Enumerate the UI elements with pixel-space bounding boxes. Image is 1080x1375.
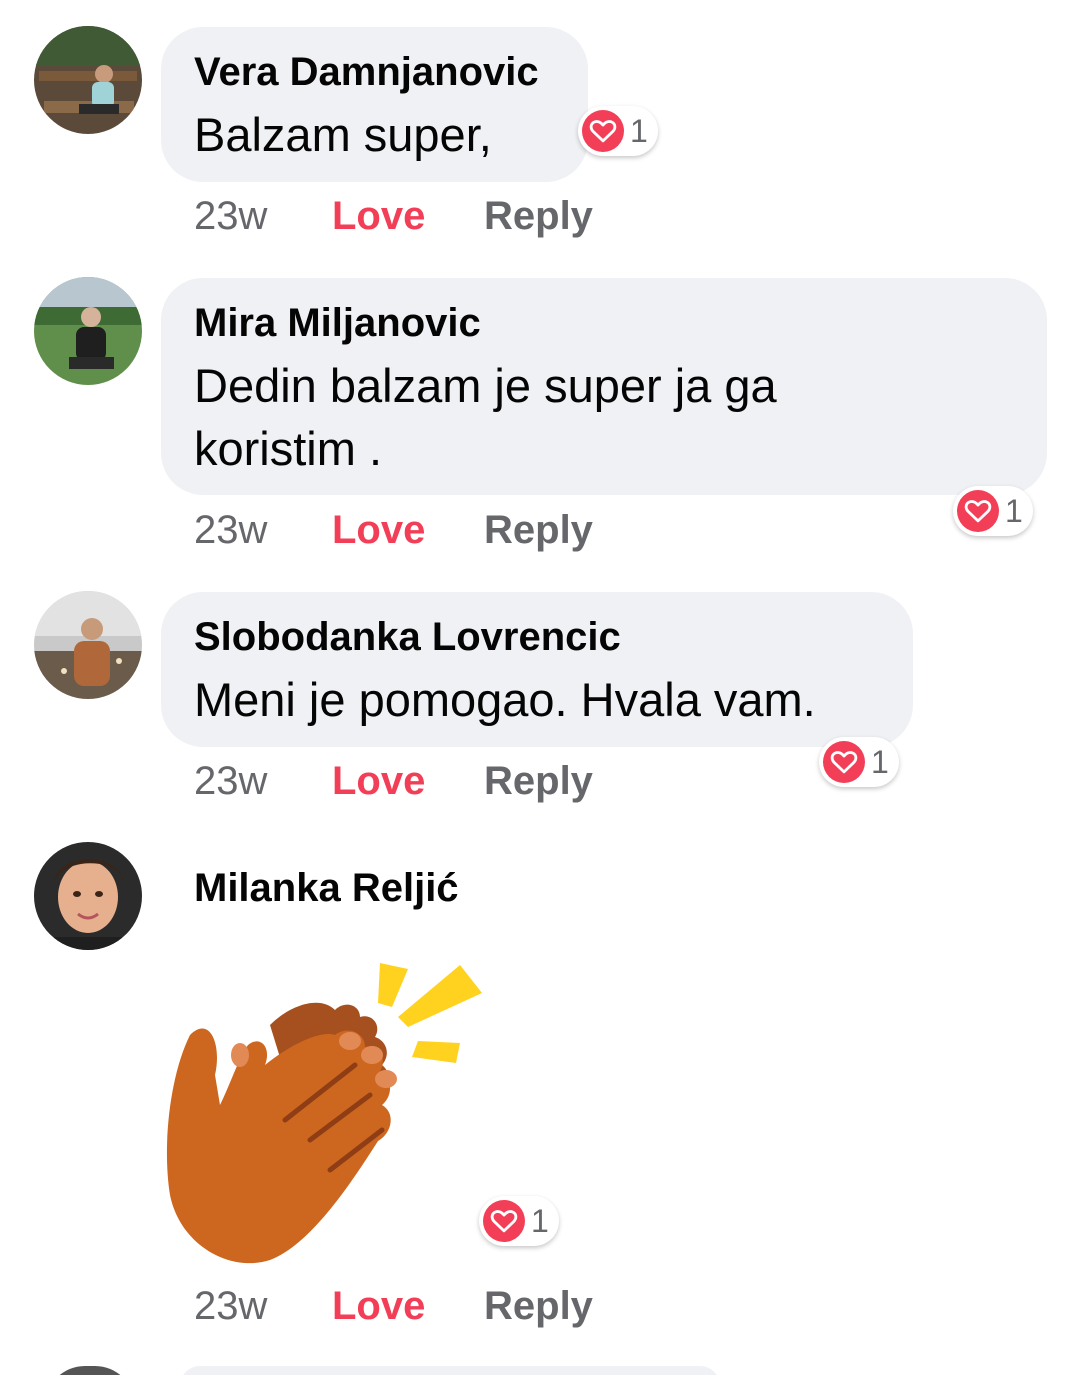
avatar-mira[interactable] (34, 277, 142, 385)
comment-author-4[interactable]: Milanka Reljić (194, 864, 459, 912)
reply-button[interactable]: Reply (484, 1281, 593, 1331)
comment-author-3[interactable]: Slobodanka Lovrencic (194, 613, 621, 661)
heart-icon (957, 490, 999, 532)
comment-text-3: Meni je pomogao. Hvala vam. (194, 673, 816, 726)
heart-icon (823, 741, 865, 783)
comment-author-1[interactable]: Vera Damnjanovic (194, 48, 539, 96)
clapping-hands-icon[interactable] (160, 955, 490, 1265)
avatar-milanka[interactable] (34, 842, 142, 950)
avatar-next-comment[interactable] (45, 1366, 135, 1375)
love-button[interactable]: Love (332, 505, 425, 555)
reaction-count: 1 (630, 113, 648, 149)
reaction-badge-3[interactable]: 1 (819, 737, 899, 787)
comment-timestamp[interactable]: 23w (194, 1281, 267, 1331)
reaction-count: 1 (1005, 493, 1023, 529)
avatar-slobodanka[interactable] (34, 591, 142, 699)
love-button[interactable]: Love (332, 191, 425, 241)
comment-text-2-line-2: koristim . (194, 422, 382, 475)
comment-text-2-line-1: Dedin balzam je super ja ga (194, 359, 777, 412)
avatar-photo (34, 26, 142, 134)
reply-button[interactable]: Reply (484, 756, 593, 806)
comment-timestamp[interactable]: 23w (194, 191, 267, 241)
comment-timestamp[interactable]: 23w (194, 756, 267, 806)
reaction-badge-4[interactable]: 1 (479, 1196, 559, 1246)
heart-icon (483, 1200, 525, 1242)
love-button[interactable]: Love (332, 1281, 425, 1331)
comments-page: Vera Damnjanovic Balzam super, 1 23w Lov… (0, 0, 1080, 1375)
reply-button[interactable]: Reply (484, 191, 593, 241)
reaction-badge-1[interactable]: 1 (578, 106, 658, 156)
heart-icon (582, 110, 624, 152)
comment-timestamp[interactable]: 23w (194, 505, 267, 555)
reply-button[interactable]: Reply (484, 505, 593, 555)
avatar-vera[interactable] (34, 26, 142, 134)
avatar-photo (34, 277, 142, 385)
comment-text-1: Balzam super, (194, 108, 492, 161)
avatar-photo (34, 591, 142, 699)
reaction-count: 1 (871, 744, 889, 780)
love-button[interactable]: Love (332, 756, 425, 806)
reaction-badge-2[interactable]: 1 (953, 486, 1033, 536)
avatar-photo (34, 842, 142, 950)
reaction-count: 1 (531, 1203, 549, 1239)
comment-author-2[interactable]: Mira Miljanovic (194, 299, 481, 347)
comment-bubble-next[interactable] (180, 1366, 720, 1375)
